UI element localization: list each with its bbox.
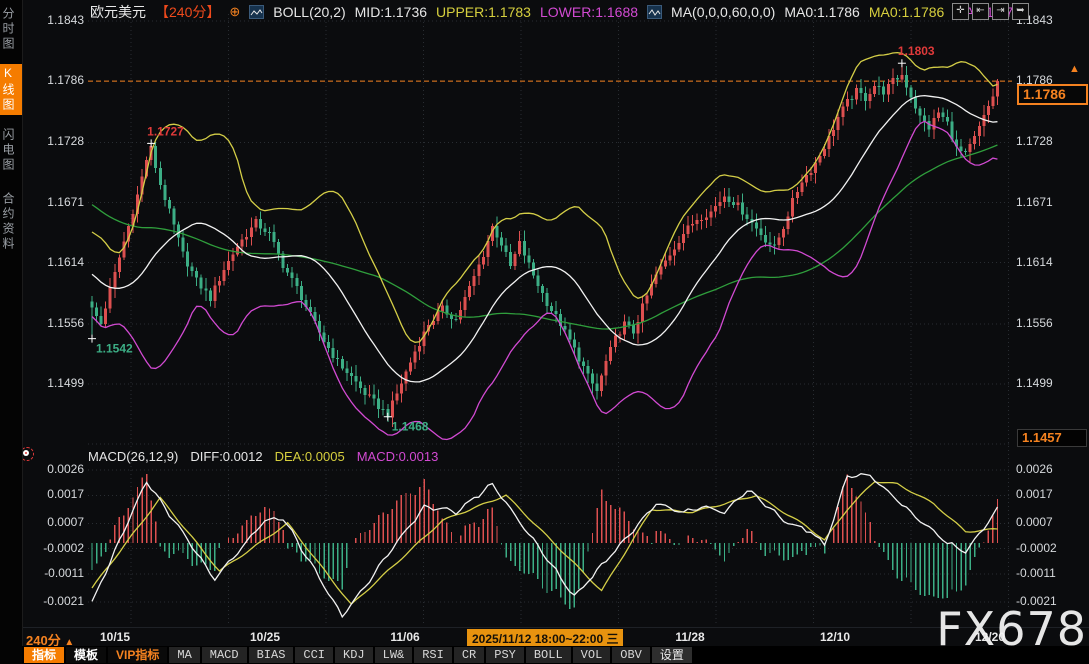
axis-separator: [0, 627, 1089, 628]
toolbar-button[interactable]: 设置: [652, 647, 692, 663]
toolbar-button[interactable]: OBV: [612, 647, 650, 663]
price-tick-label: 1.1499: [22, 376, 84, 390]
macd-dea-value: DEA:0.0005: [275, 449, 345, 464]
price-tick-label: 1.1556: [22, 316, 84, 330]
current-price-box: 1.1786: [1017, 84, 1088, 105]
toolbar-button[interactable]: BIAS: [249, 647, 294, 663]
toolbar-button[interactable]: CCI: [295, 647, 333, 663]
macd-value: MACD:0.0013: [357, 449, 439, 464]
chart-application: 分时图 K线图闪电图合约资料 1.1542 1.1727 1.1468 1.1803 欧…: [0, 0, 1089, 664]
macd-tick-label: -0.0002: [1016, 541, 1088, 555]
range-min-box: 1.1457: [1017, 429, 1087, 447]
price-tick-label: 1.1614: [22, 255, 84, 269]
macd-tick-label: 0.0026: [1016, 462, 1088, 476]
toolbar-button[interactable]: MA: [169, 647, 199, 663]
toolbar-button[interactable]: LW&: [375, 647, 413, 663]
x-axis-label: 10/15: [80, 630, 150, 644]
scale-left-icon[interactable]: ⇤: [972, 3, 989, 20]
toolbar-button[interactable]: CR: [454, 647, 484, 663]
macd-tick-label: -0.0021: [1016, 594, 1088, 608]
x-axis-label: 12/20: [955, 630, 1025, 644]
price-tick-label: 1.1671: [22, 195, 84, 209]
x-axis-label: 10/25: [230, 630, 300, 644]
ma-indicator-icon[interactable]: [647, 5, 662, 19]
toolbar-button[interactable]: MACD: [202, 647, 247, 663]
scale-right-icon[interactable]: ⇥: [992, 3, 1009, 20]
x-axis-label: 11/28: [655, 630, 725, 644]
toolbar-button[interactable]: 指标: [24, 647, 64, 663]
price-annotation: 1.1803: [898, 44, 935, 58]
crosshair-icon[interactable]: ✛: [952, 3, 969, 20]
price-annotation: 1.1727: [147, 124, 184, 138]
sidebar-item-2[interactable]: K线图: [0, 64, 22, 115]
boll-lower-value: LOWER:1.1688: [540, 4, 638, 20]
macd-tick-label: 0.0007: [22, 515, 84, 529]
macd-header: MACD(26,12,9) DIFF:0.0012 DEA:0.0005 MAC…: [88, 449, 438, 464]
price-tick-label: 1.1556: [1016, 316, 1088, 330]
x-axis-label: 11/06: [370, 630, 440, 644]
macd-label[interactable]: MACD(26,12,9): [88, 449, 178, 464]
toolbar-button[interactable]: PSY: [486, 647, 524, 663]
boll-indicator-icon[interactable]: [249, 5, 264, 19]
indicator-toolbar: 指标模板VIP指标MAMACDBIASCCIKDJLW&RSICRPSYBOLL…: [22, 646, 1089, 664]
macd-tick-label: -0.0002: [22, 541, 84, 555]
chart-header: 欧元美元 【240分】 ⊕ BOLL(20,2) MID:1.1736 UPPE…: [90, 3, 1029, 20]
candlestick-chart-canvas[interactable]: 1.1542 1.1727 1.1468 1.1803: [22, 0, 1014, 628]
x-axis-label: 12/10: [800, 630, 870, 644]
price-tick-label: 1.1614: [1016, 255, 1088, 269]
pan-right-icon[interactable]: ➥: [1012, 3, 1029, 20]
macd-tick-label: 0.0007: [1016, 515, 1088, 529]
price-tick-label: 1.1728: [1016, 134, 1088, 148]
price-tick-label: 1.1671: [1016, 195, 1088, 209]
price-tick-label: 1.1728: [22, 134, 84, 148]
price-tick-label: 1.1786: [22, 73, 84, 87]
left-sidebar: 分时图 K线图闪电图合约资料: [0, 0, 23, 664]
price-annotation: 1.1542: [96, 342, 133, 356]
toolbar-button[interactable]: RSI: [414, 647, 452, 663]
price-annotation: 1.1468: [392, 420, 429, 434]
sidebar-item-1[interactable]: 分时图: [0, 5, 22, 54]
sidebar-item-4[interactable]: 合约资料: [0, 190, 22, 254]
macd-diff-value: DIFF:0.0012: [190, 449, 262, 464]
price-tick-label: 1.1843: [22, 13, 84, 27]
boll-mid-value: MID:1.1736: [355, 4, 427, 20]
macd-tick-label: 0.0026: [22, 462, 84, 476]
symbol-name: 欧元美元: [90, 2, 146, 22]
circle-plus-icon[interactable]: ⊕: [229, 4, 240, 20]
toolbar-button[interactable]: KDJ: [335, 647, 373, 663]
sidebar-item-3[interactable]: 闪电图: [0, 126, 22, 175]
price-tick-label: 1.1499: [1016, 376, 1088, 390]
toolbar-button[interactable]: BOLL: [526, 647, 571, 663]
macd-tick-label: -0.0011: [22, 566, 84, 580]
window-tools: ✛⇤⇥➥: [952, 3, 1029, 20]
boll-label: BOLL(20,2): [273, 4, 345, 20]
boll-upper-value: UPPER:1.1783: [436, 4, 531, 20]
ma-label: MA(0,0,0,60,0,0): [671, 4, 775, 20]
toolbar-button[interactable]: 模板: [66, 647, 106, 663]
period-label[interactable]: 【240分】: [155, 2, 220, 22]
ma0-value-1: MA0:1.1786: [784, 4, 860, 20]
macd-tick-label: 0.0017: [22, 487, 84, 501]
toolbar-button[interactable]: VOL: [573, 647, 611, 663]
ma0-value-2: MA0:1.1786: [869, 4, 945, 20]
macd-tick-label: 0.0017: [1016, 487, 1088, 501]
macd-tick-label: -0.0021: [22, 594, 84, 608]
macd-tick-label: -0.0011: [1016, 566, 1088, 580]
toolbar-button[interactable]: VIP指标: [108, 647, 167, 663]
current-price-arrow-icon: ▲: [1069, 64, 1080, 75]
